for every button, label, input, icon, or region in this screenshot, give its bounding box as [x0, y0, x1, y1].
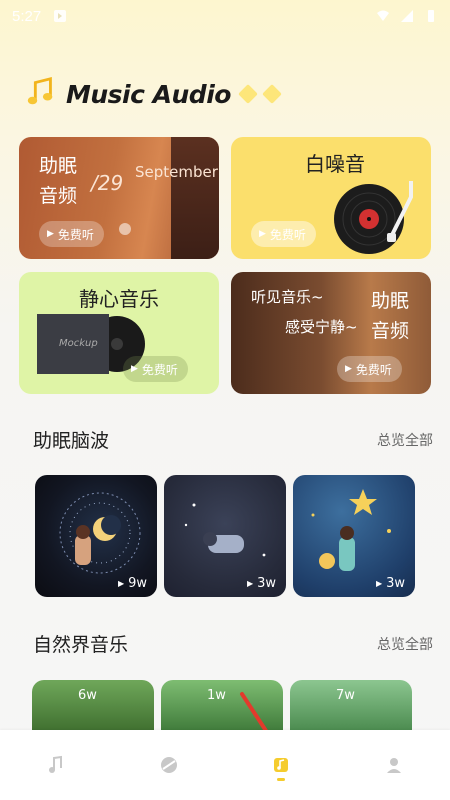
- tab-music[interactable]: [26, 740, 86, 790]
- brainwave-item[interactable]: ▶ 3w: [293, 475, 415, 597]
- tab-discover[interactable]: [139, 740, 199, 790]
- card-month: September: [135, 163, 218, 181]
- vinyl-record-icon: [329, 177, 419, 259]
- signal-icon: [400, 9, 414, 23]
- music-notes-icon: [24, 75, 58, 113]
- card-decor-circle: [119, 223, 131, 235]
- view-all-link[interactable]: 总览全部: [377, 430, 433, 450]
- card-date: /29: [91, 171, 124, 195]
- brainwave-item[interactable]: ▶ 3w: [164, 475, 286, 597]
- free-listen-button[interactable]: ▶ 免费听: [337, 356, 402, 382]
- play-count-value: 1w: [207, 688, 226, 703]
- card-subtitle-b: 感受宁静~: [285, 318, 358, 336]
- card-title: 静心音乐: [79, 287, 159, 311]
- music-note-icon: [49, 755, 63, 773]
- profile-icon: [386, 758, 401, 773]
- free-listen-label: 免费听: [57, 227, 94, 242]
- disc-icon: [160, 757, 177, 773]
- tab-profile[interactable]: [364, 740, 424, 790]
- brainwave-item[interactable]: ▶ 9w: [35, 475, 157, 597]
- card-calm-music[interactable]: 静心音乐 Mockup ▶ 免费听: [19, 272, 219, 394]
- section-header-nature: 自然界音乐 总览全部: [33, 630, 433, 657]
- card-title: 助眠 音频: [39, 151, 77, 211]
- app-header: Music Audio: [24, 74, 282, 114]
- view-all-link[interactable]: 总览全部: [377, 634, 433, 654]
- card-title: 助眠 音频: [371, 286, 409, 346]
- battery-icon: [424, 9, 438, 23]
- music-library-icon: [274, 758, 289, 772]
- card-sleep-audio-2[interactable]: 听见音乐~ 感受宁静~ 助眠 音频 ▶ 免费听: [231, 272, 431, 394]
- tab-library[interactable]: [251, 740, 311, 790]
- play-count-value: 3w: [386, 576, 405, 591]
- play-count-value: 6w: [78, 688, 97, 703]
- play-icon: ▶: [47, 229, 54, 239]
- card-title-line1: 助眠: [39, 155, 78, 177]
- play-icon: ▶: [345, 364, 352, 374]
- play-icon: ▶: [131, 364, 138, 374]
- play-count: ▶ 3w: [376, 576, 405, 591]
- play-count-value: 7w: [336, 688, 355, 703]
- card-sleep-audio[interactable]: 助眠 音频 /29 September ▶ 免费听: [19, 137, 219, 259]
- notification-icon: [53, 9, 67, 23]
- play-icon: ▶: [259, 229, 266, 239]
- card-title-line1: 助眠: [371, 290, 410, 312]
- card-white-noise[interactable]: 白噪音 ▶ 免费听: [231, 137, 431, 259]
- card-bg-building: [171, 137, 219, 259]
- status-bar: 5:27: [0, 0, 450, 32]
- nature-item[interactable]: 6w: [32, 680, 154, 732]
- section-title: 助眠脑波: [33, 430, 110, 452]
- card-subtitle-a: 听见音乐~: [251, 288, 324, 306]
- app-title: Music Audio: [66, 79, 231, 109]
- play-icon: ▶: [375, 579, 383, 588]
- nature-item[interactable]: 7w: [290, 680, 412, 732]
- section-header-brainwave: 助眠脑波 总览全部: [33, 426, 433, 453]
- play-count-value: 9w: [128, 576, 147, 591]
- section-title: 自然界音乐: [33, 634, 129, 656]
- free-listen-button[interactable]: ▶ 免费听: [123, 356, 188, 382]
- free-listen-button[interactable]: ▶ 免费听: [39, 221, 104, 247]
- play-icon: ▶: [246, 579, 254, 588]
- card-title-line2: 音频: [39, 185, 78, 207]
- album-label: Mockup: [59, 338, 98, 349]
- free-listen-button[interactable]: ▶ 免费听: [251, 221, 316, 247]
- active-tab-indicator: [277, 778, 286, 781]
- play-count: ▶ 9w: [118, 576, 147, 591]
- wifi-icon: [376, 9, 390, 23]
- bottom-tab-bar: [0, 730, 450, 800]
- status-time: 5:27: [12, 7, 42, 25]
- card-title-line2: 音频: [371, 320, 410, 342]
- play-icon: ▶: [117, 579, 125, 588]
- decor-diamond-1: [238, 84, 258, 104]
- play-count: ▶ 3w: [247, 576, 276, 591]
- card-title: 白噪音: [305, 152, 365, 176]
- decor-diamond-2: [262, 84, 282, 104]
- free-listen-label: 免费听: [269, 227, 306, 242]
- play-count-value: 3w: [257, 576, 276, 591]
- free-listen-label: 免费听: [141, 362, 178, 377]
- free-listen-label: 免费听: [355, 362, 392, 377]
